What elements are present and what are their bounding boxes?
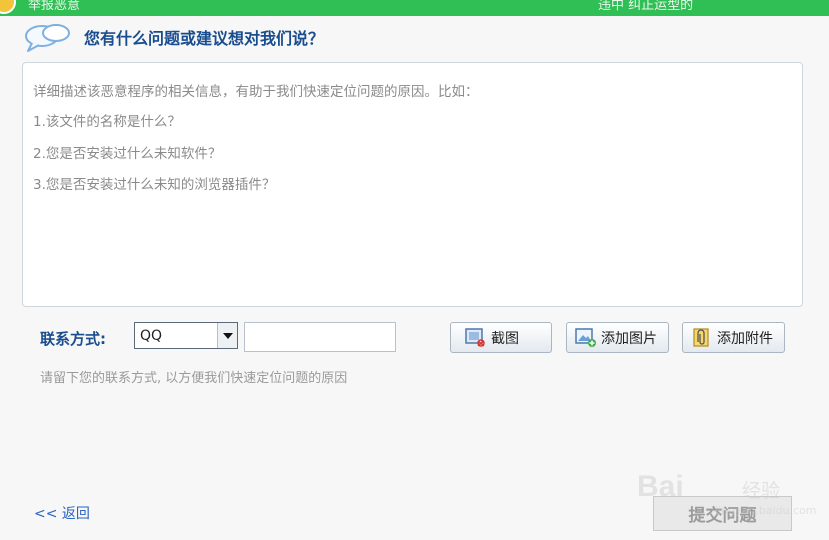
back-link[interactable]: << 返回	[34, 503, 90, 523]
chevron-down-icon	[223, 333, 233, 339]
top-bar-right-text: 违中 纠正运型的	[598, 0, 694, 13]
screenshot-button-label: 截图	[491, 330, 519, 347]
watermark-logo-text: Bai	[637, 470, 684, 503]
attachment-icon	[693, 327, 709, 347]
speech-bubbles-icon	[25, 24, 70, 52]
add-image-button-label: 添加图片	[601, 330, 657, 347]
description-placeholder-line: 1.该文件的名称是什么？	[33, 114, 181, 130]
add-image-icon	[575, 327, 596, 347]
description-placeholder-line: 3.您是否安装过什么未知的浏览器插件？	[33, 177, 276, 193]
dropdown-button[interactable]	[217, 323, 237, 348]
contact-type-value: QQ	[140, 328, 163, 344]
page-title: 您有什么问题或建议想对我们说？	[84, 29, 325, 48]
description-placeholder-line: 2.您是否安装过什么未知软件？	[33, 146, 222, 162]
contact-hint: 请留下您的联系方式, 以方便我们快速定位问题的原因	[40, 371, 348, 386]
screenshot-button[interactable]: 截图	[450, 322, 552, 353]
contact-label: 联系方式:	[40, 330, 106, 348]
watermark-sub-text: 经验	[742, 480, 781, 502]
add-image-button[interactable]: 添加图片	[566, 322, 669, 353]
top-bar: 举报恶意 违中 纠正运型的	[0, 0, 829, 16]
app-logo-icon	[0, 0, 16, 14]
add-attachment-button-label: 添加附件	[717, 330, 773, 347]
screenshot-icon	[465, 327, 485, 347]
watermark-url: jingyan.baidu.com	[715, 504, 817, 517]
description-placeholder-line: 详细描述该恶意程序的相关信息，有助于我们快速定位问题的原因。比如：	[33, 84, 479, 100]
description-textarea[interactable]: 详细描述该恶意程序的相关信息，有助于我们快速定位问题的原因。比如： 1.该文件的…	[22, 62, 803, 307]
top-bar-title: 举报恶意	[28, 0, 81, 13]
baidu-watermark: Bai 经验 jingyan.baidu.com	[637, 456, 817, 526]
contact-type-select[interactable]: QQ	[134, 322, 238, 349]
add-attachment-button[interactable]: 添加附件	[682, 322, 785, 353]
contact-input[interactable]	[244, 322, 396, 352]
